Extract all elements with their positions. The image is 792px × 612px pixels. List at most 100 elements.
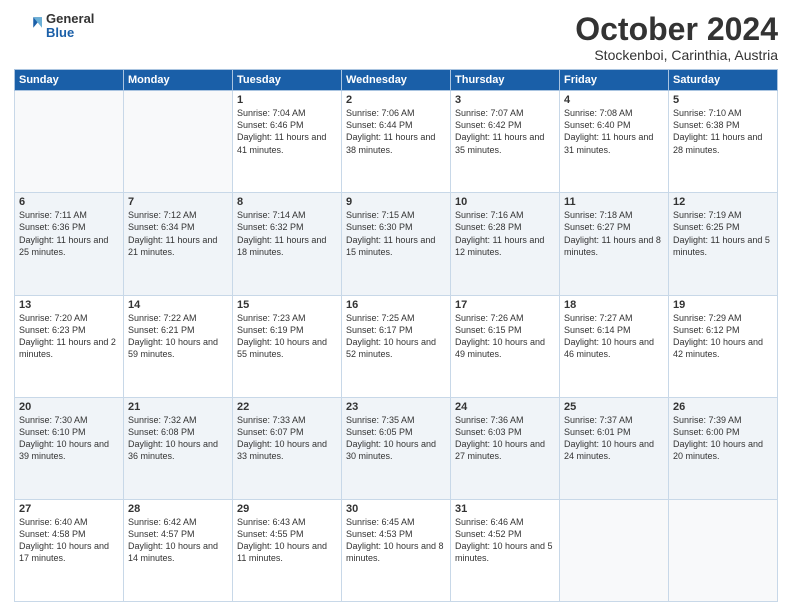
title-block: October 2024 Stockenboi, Carinthia, Aust… — [575, 12, 778, 63]
day-info: Sunrise: 7:30 AM Sunset: 6:10 PM Dayligh… — [19, 414, 119, 463]
calendar-cell — [669, 499, 778, 601]
calendar-cell: 8Sunrise: 7:14 AM Sunset: 6:32 PM Daylig… — [233, 193, 342, 295]
day-info: Sunrise: 6:40 AM Sunset: 4:58 PM Dayligh… — [19, 516, 119, 565]
day-info: Sunrise: 7:35 AM Sunset: 6:05 PM Dayligh… — [346, 414, 446, 463]
day-info: Sunrise: 7:29 AM Sunset: 6:12 PM Dayligh… — [673, 312, 773, 361]
day-info: Sunrise: 7:19 AM Sunset: 6:25 PM Dayligh… — [673, 209, 773, 258]
day-number: 8 — [237, 196, 337, 208]
calendar-cell: 31Sunrise: 6:46 AM Sunset: 4:52 PM Dayli… — [451, 499, 560, 601]
day-number: 21 — [128, 401, 228, 413]
logo-line1: General — [46, 12, 94, 26]
day-info: Sunrise: 6:46 AM Sunset: 4:52 PM Dayligh… — [455, 516, 555, 565]
col-sunday: Sunday — [15, 70, 124, 91]
day-number: 2 — [346, 94, 446, 106]
day-number: 9 — [346, 196, 446, 208]
day-number: 3 — [455, 94, 555, 106]
page: General Blue October 2024 Stockenboi, Ca… — [0, 0, 792, 612]
day-info: Sunrise: 7:14 AM Sunset: 6:32 PM Dayligh… — [237, 209, 337, 258]
logo-icon — [14, 12, 42, 40]
col-tuesday: Tuesday — [233, 70, 342, 91]
logo: General Blue — [14, 12, 94, 41]
day-info: Sunrise: 6:43 AM Sunset: 4:55 PM Dayligh… — [237, 516, 337, 565]
calendar-cell: 24Sunrise: 7:36 AM Sunset: 6:03 PM Dayli… — [451, 397, 560, 499]
day-number: 30 — [346, 503, 446, 515]
day-info: Sunrise: 7:04 AM Sunset: 6:46 PM Dayligh… — [237, 107, 337, 156]
calendar-cell: 25Sunrise: 7:37 AM Sunset: 6:01 PM Dayli… — [560, 397, 669, 499]
calendar-cell: 17Sunrise: 7:26 AM Sunset: 6:15 PM Dayli… — [451, 295, 560, 397]
calendar-cell: 14Sunrise: 7:22 AM Sunset: 6:21 PM Dayli… — [124, 295, 233, 397]
calendar-cell — [124, 91, 233, 193]
day-number: 14 — [128, 299, 228, 311]
calendar-cell — [560, 499, 669, 601]
calendar-cell: 1Sunrise: 7:04 AM Sunset: 6:46 PM Daylig… — [233, 91, 342, 193]
day-number: 26 — [673, 401, 773, 413]
calendar-cell: 10Sunrise: 7:16 AM Sunset: 6:28 PM Dayli… — [451, 193, 560, 295]
day-number: 4 — [564, 94, 664, 106]
day-info: Sunrise: 7:06 AM Sunset: 6:44 PM Dayligh… — [346, 107, 446, 156]
day-info: Sunrise: 7:16 AM Sunset: 6:28 PM Dayligh… — [455, 209, 555, 258]
calendar-cell: 19Sunrise: 7:29 AM Sunset: 6:12 PM Dayli… — [669, 295, 778, 397]
day-info: Sunrise: 7:11 AM Sunset: 6:36 PM Dayligh… — [19, 209, 119, 258]
calendar-cell: 22Sunrise: 7:33 AM Sunset: 6:07 PM Dayli… — [233, 397, 342, 499]
day-info: Sunrise: 7:33 AM Sunset: 6:07 PM Dayligh… — [237, 414, 337, 463]
day-number: 24 — [455, 401, 555, 413]
calendar-cell: 7Sunrise: 7:12 AM Sunset: 6:34 PM Daylig… — [124, 193, 233, 295]
day-number: 16 — [346, 299, 446, 311]
day-number: 29 — [237, 503, 337, 515]
location-title: Stockenboi, Carinthia, Austria — [575, 47, 778, 63]
day-number: 25 — [564, 401, 664, 413]
col-monday: Monday — [124, 70, 233, 91]
logo-text: General Blue — [46, 12, 94, 41]
day-info: Sunrise: 7:18 AM Sunset: 6:27 PM Dayligh… — [564, 209, 664, 258]
calendar-cell: 27Sunrise: 6:40 AM Sunset: 4:58 PM Dayli… — [15, 499, 124, 601]
day-info: Sunrise: 7:36 AM Sunset: 6:03 PM Dayligh… — [455, 414, 555, 463]
day-number: 17 — [455, 299, 555, 311]
day-number: 31 — [455, 503, 555, 515]
week-row-1: 1Sunrise: 7:04 AM Sunset: 6:46 PM Daylig… — [15, 91, 778, 193]
day-number: 19 — [673, 299, 773, 311]
col-thursday: Thursday — [451, 70, 560, 91]
day-number: 18 — [564, 299, 664, 311]
day-info: Sunrise: 7:32 AM Sunset: 6:08 PM Dayligh… — [128, 414, 228, 463]
calendar-cell: 21Sunrise: 7:32 AM Sunset: 6:08 PM Dayli… — [124, 397, 233, 499]
calendar-cell: 11Sunrise: 7:18 AM Sunset: 6:27 PM Dayli… — [560, 193, 669, 295]
calendar-cell: 18Sunrise: 7:27 AM Sunset: 6:14 PM Dayli… — [560, 295, 669, 397]
day-number: 28 — [128, 503, 228, 515]
calendar-cell: 30Sunrise: 6:45 AM Sunset: 4:53 PM Dayli… — [342, 499, 451, 601]
calendar-cell: 20Sunrise: 7:30 AM Sunset: 6:10 PM Dayli… — [15, 397, 124, 499]
day-info: Sunrise: 7:12 AM Sunset: 6:34 PM Dayligh… — [128, 209, 228, 258]
day-info: Sunrise: 7:37 AM Sunset: 6:01 PM Dayligh… — [564, 414, 664, 463]
day-number: 7 — [128, 196, 228, 208]
calendar-cell: 15Sunrise: 7:23 AM Sunset: 6:19 PM Dayli… — [233, 295, 342, 397]
calendar-cell — [15, 91, 124, 193]
calendar-cell: 9Sunrise: 7:15 AM Sunset: 6:30 PM Daylig… — [342, 193, 451, 295]
calendar-cell: 26Sunrise: 7:39 AM Sunset: 6:00 PM Dayli… — [669, 397, 778, 499]
calendar-cell: 12Sunrise: 7:19 AM Sunset: 6:25 PM Dayli… — [669, 193, 778, 295]
day-number: 13 — [19, 299, 119, 311]
day-number: 11 — [564, 196, 664, 208]
day-number: 15 — [237, 299, 337, 311]
day-info: Sunrise: 6:45 AM Sunset: 4:53 PM Dayligh… — [346, 516, 446, 565]
day-number: 5 — [673, 94, 773, 106]
header-row: Sunday Monday Tuesday Wednesday Thursday… — [15, 70, 778, 91]
day-info: Sunrise: 7:23 AM Sunset: 6:19 PM Dayligh… — [237, 312, 337, 361]
day-number: 1 — [237, 94, 337, 106]
week-row-3: 13Sunrise: 7:20 AM Sunset: 6:23 PM Dayli… — [15, 295, 778, 397]
day-info: Sunrise: 7:07 AM Sunset: 6:42 PM Dayligh… — [455, 107, 555, 156]
calendar-cell: 28Sunrise: 6:42 AM Sunset: 4:57 PM Dayli… — [124, 499, 233, 601]
day-info: Sunrise: 7:39 AM Sunset: 6:00 PM Dayligh… — [673, 414, 773, 463]
header: General Blue October 2024 Stockenboi, Ca… — [14, 12, 778, 63]
col-friday: Friday — [560, 70, 669, 91]
day-info: Sunrise: 7:26 AM Sunset: 6:15 PM Dayligh… — [455, 312, 555, 361]
calendar-cell: 29Sunrise: 6:43 AM Sunset: 4:55 PM Dayli… — [233, 499, 342, 601]
calendar-cell: 23Sunrise: 7:35 AM Sunset: 6:05 PM Dayli… — [342, 397, 451, 499]
day-info: Sunrise: 7:10 AM Sunset: 6:38 PM Dayligh… — [673, 107, 773, 156]
col-saturday: Saturday — [669, 70, 778, 91]
day-info: Sunrise: 7:22 AM Sunset: 6:21 PM Dayligh… — [128, 312, 228, 361]
calendar-cell: 2Sunrise: 7:06 AM Sunset: 6:44 PM Daylig… — [342, 91, 451, 193]
day-info: Sunrise: 7:20 AM Sunset: 6:23 PM Dayligh… — [19, 312, 119, 361]
day-info: Sunrise: 7:15 AM Sunset: 6:30 PM Dayligh… — [346, 209, 446, 258]
day-number: 22 — [237, 401, 337, 413]
calendar-cell: 16Sunrise: 7:25 AM Sunset: 6:17 PM Dayli… — [342, 295, 451, 397]
day-number: 12 — [673, 196, 773, 208]
